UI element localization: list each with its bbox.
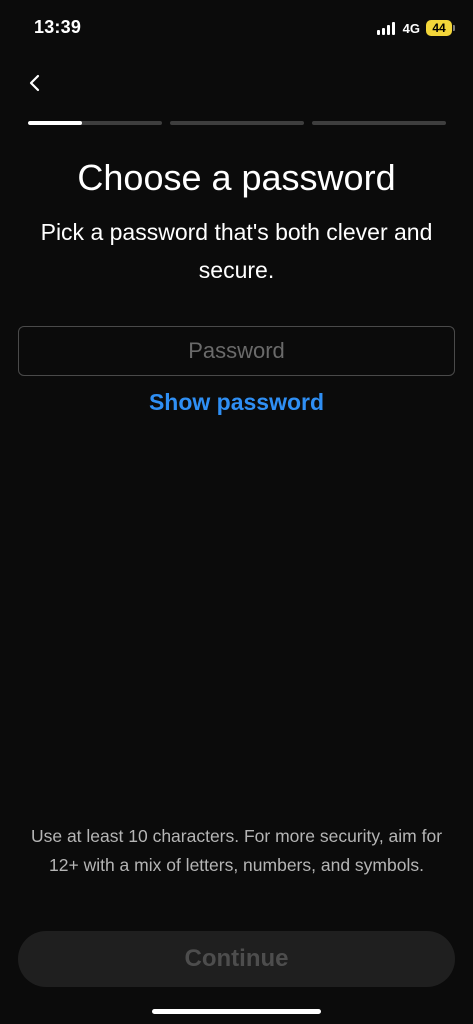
home-indicator xyxy=(152,1009,321,1014)
progress-segment xyxy=(170,121,304,125)
progress-fill xyxy=(28,121,82,125)
battery-icon: 44 xyxy=(426,20,455,36)
battery-level: 44 xyxy=(426,20,452,36)
page-title: Choose a password xyxy=(77,157,396,198)
show-password-link[interactable]: Show password xyxy=(0,389,473,416)
status-indicators: 4G 44 xyxy=(376,18,455,38)
page-subtitle: Pick a password that's both clever and s… xyxy=(40,219,433,283)
back-button[interactable] xyxy=(20,68,48,98)
progress-segment xyxy=(28,121,162,125)
chevron-left-icon xyxy=(29,74,40,92)
status-time: 13:39 xyxy=(34,17,82,37)
password-input[interactable] xyxy=(18,326,455,376)
continue-button[interactable]: Continue xyxy=(18,931,455,987)
progress-segment xyxy=(312,121,446,125)
password-hint: Use at least 10 characters. For more sec… xyxy=(30,826,443,875)
network-label: 4G xyxy=(402,20,420,36)
status-bar: 13:39 4G 44 xyxy=(0,0,473,56)
progress-indicator xyxy=(28,121,446,125)
signal-icon xyxy=(376,21,397,35)
